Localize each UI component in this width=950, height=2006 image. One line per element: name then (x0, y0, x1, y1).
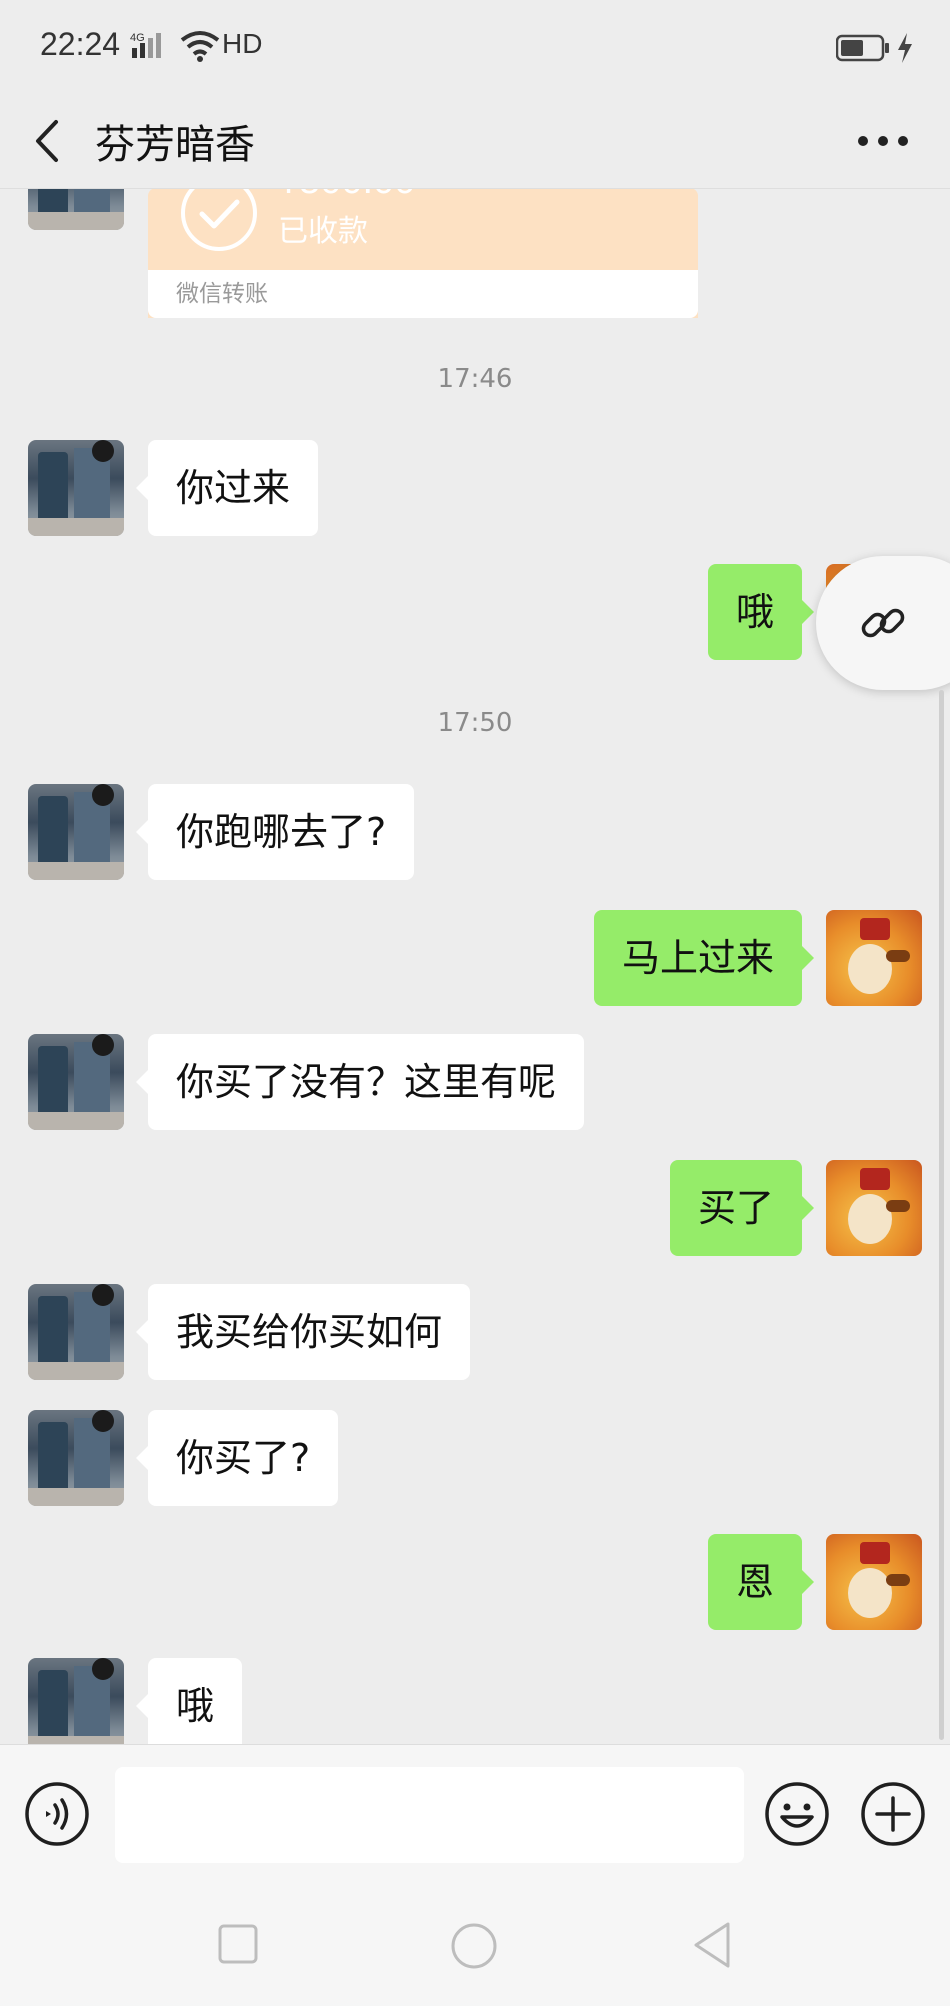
my-avatar[interactable] (826, 1534, 922, 1630)
sent-message[interactable]: 买了 (669, 1160, 815, 1256)
transfer-amount: ¥500.00 (278, 188, 415, 203)
sent-message[interactable]: 哦 (707, 564, 815, 660)
timestamp: 17:46 (437, 364, 513, 394)
contact-avatar[interactable] (28, 1410, 124, 1506)
link-icon (861, 608, 905, 638)
sent-message[interactable]: 恩 (707, 1534, 815, 1630)
my-avatar[interactable] (826, 910, 922, 1006)
received-message[interactable]: 你跑哪去了? (135, 784, 415, 880)
status-bar: 22:24 4G HD (0, 0, 950, 96)
contact-avatar[interactable] (28, 1284, 124, 1380)
more-dots-icon[interactable] (858, 136, 908, 150)
hd-label: HD (222, 28, 263, 59)
floating-link-button[interactable] (816, 556, 950, 690)
checkmark-icon (181, 188, 257, 251)
my-avatar[interactable] (826, 1160, 922, 1256)
input-bar (0, 1744, 950, 1887)
chat-header: 芬芳暗香 (0, 96, 950, 189)
received-message[interactable]: 你买了? (135, 1410, 339, 1506)
received-message[interactable]: 你过来 (135, 440, 319, 536)
contact-avatar[interactable] (28, 188, 124, 230)
chat-title: 芬芳暗香 (95, 122, 255, 168)
status-time: 22:24 (40, 26, 121, 62)
network-type-label: 4G (130, 32, 145, 44)
contact-avatar[interactable] (28, 1658, 124, 1744)
contact-avatar[interactable] (28, 1034, 124, 1130)
cellular-signal-icon: 4G (130, 30, 172, 60)
recent-apps-icon[interactable] (218, 1924, 258, 1964)
voice-icon[interactable] (24, 1781, 90, 1847)
transfer-footer: 微信转账 (148, 270, 698, 318)
contact-avatar[interactable] (28, 784, 124, 880)
message-input[interactable] (115, 1767, 744, 1863)
wifi-icon (180, 30, 220, 62)
home-icon[interactable] (450, 1922, 498, 1970)
sent-message[interactable]: 马上过来 (593, 910, 815, 1006)
transfer-status: 已收款 (278, 214, 368, 249)
received-message[interactable]: 你买了没有？这里有呢 (135, 1034, 585, 1130)
battery-icon (835, 34, 890, 62)
received-message[interactable]: 哦 (135, 1658, 243, 1744)
charging-icon (896, 32, 914, 64)
back-triangle-icon[interactable] (690, 1920, 734, 1970)
plus-icon[interactable] (860, 1781, 926, 1847)
timestamp: 17:50 (437, 708, 513, 738)
chevron-left-icon[interactable] (28, 116, 68, 166)
scrollbar[interactable] (939, 690, 944, 1740)
message-list[interactable]: ¥500.00 已收款 微信转账 17:46 你过来 哦 17:50 你跑哪去了… (0, 188, 950, 1744)
contact-avatar[interactable] (28, 440, 124, 536)
system-navigation-bar (0, 1886, 950, 2006)
received-message[interactable]: 我买给你买如何 (135, 1284, 471, 1380)
emoji-icon[interactable] (764, 1781, 830, 1847)
